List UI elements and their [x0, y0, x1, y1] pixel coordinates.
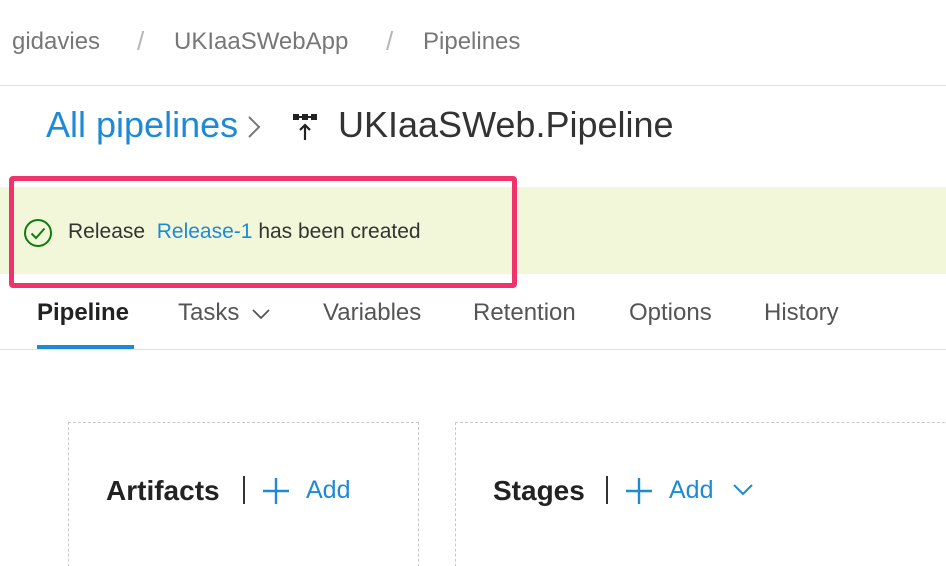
- stages-title: Stages: [493, 475, 585, 506]
- breadcrumb-item-account[interactable]: gidavies: [12, 28, 100, 56]
- add-artifact-button[interactable]: Add: [306, 476, 350, 505]
- pipeline-icon: [293, 114, 317, 140]
- breadcrumb: gidavies / UKIaaSWebApp / Pipelines: [0, 0, 946, 86]
- tab-variables[interactable]: Variables: [323, 299, 421, 327]
- page-title: UKIaaSWeb.Pipeline: [338, 104, 674, 145]
- chevron-right-icon: [248, 116, 261, 138]
- divider: [606, 476, 608, 504]
- plus-icon[interactable]: [625, 477, 653, 505]
- add-stage-button[interactable]: Add: [669, 476, 713, 505]
- breadcrumb-item-pipelines[interactable]: Pipelines: [423, 28, 520, 56]
- active-tab-indicator: [37, 345, 134, 349]
- artifacts-title: Artifacts: [106, 475, 220, 506]
- all-pipelines-link[interactable]: All pipelines: [46, 104, 238, 146]
- breadcrumb-item-project[interactable]: UKIaaSWebApp: [174, 28, 348, 56]
- tab-bar: Pipeline Tasks Variables Retention Optio…: [0, 274, 946, 350]
- highlight-box: [9, 176, 517, 288]
- tab-options[interactable]: Options: [629, 299, 712, 327]
- tab-tasks[interactable]: Tasks: [178, 299, 239, 327]
- plus-icon[interactable]: [262, 477, 290, 505]
- breadcrumb-separator: /: [386, 26, 394, 56]
- breadcrumb-separator: /: [137, 26, 145, 56]
- divider: [243, 476, 245, 504]
- chevron-down-icon[interactable]: [732, 483, 754, 497]
- chevron-down-icon[interactable]: [251, 308, 271, 320]
- tab-pipeline[interactable]: Pipeline: [37, 299, 129, 327]
- tab-retention[interactable]: Retention: [473, 299, 576, 327]
- tab-history[interactable]: History: [764, 299, 839, 327]
